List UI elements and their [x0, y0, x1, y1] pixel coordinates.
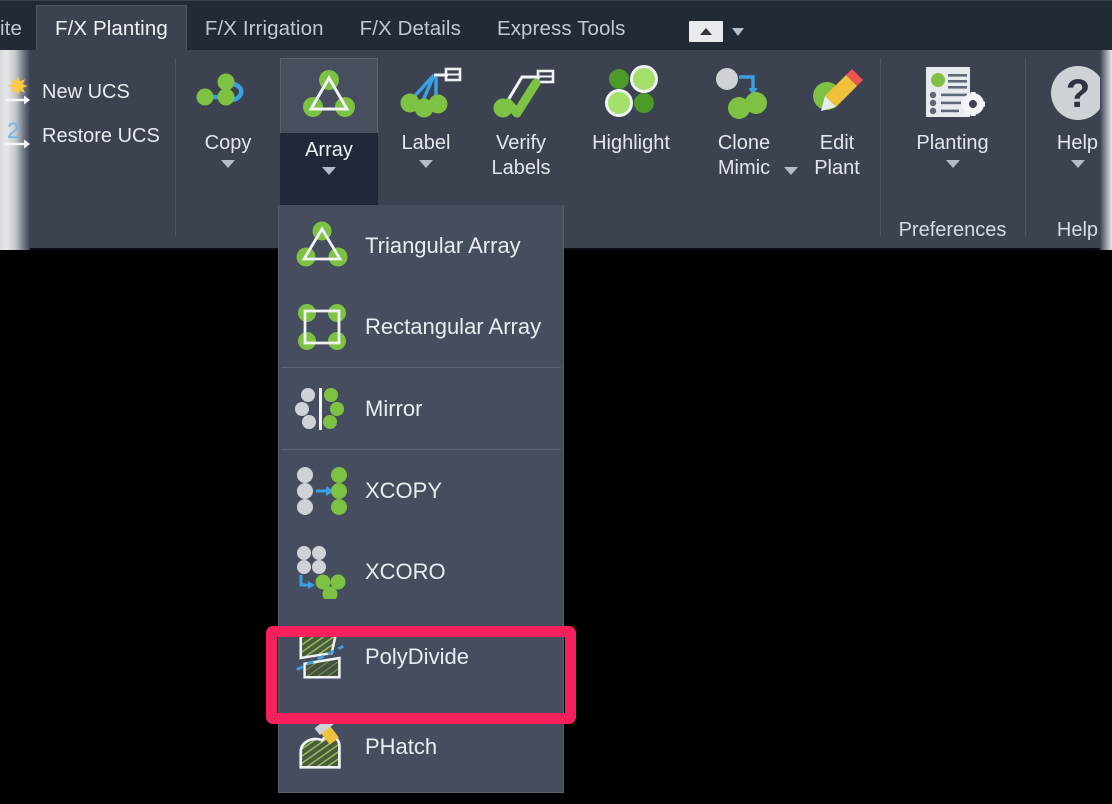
tab-label: F/X Details — [359, 17, 461, 40]
tab-label: F/X Planting — [54, 16, 168, 40]
tab-fx-site[interactable]: ite — [0, 7, 36, 51]
clone-mimic-icon — [707, 58, 781, 130]
menu-item-mirror[interactable]: Mirror — [279, 368, 563, 449]
ribbon-button-label: Help — [1056, 132, 1099, 154]
menu-item-label: XCOPY — [365, 477, 443, 503]
copy-plants-icon — [191, 58, 265, 130]
tab-label: F/X Irrigation — [204, 17, 324, 40]
menu-item-xcopy[interactable]: XCOPY — [279, 450, 563, 531]
menu-item-label: Triangular Array — [365, 232, 521, 258]
preferences-panel: Planting Preferences — [880, 50, 1025, 250]
ribbon-button-label: Label — [401, 132, 451, 154]
ucs-item-restore-ucs[interactable]: 2 Restore UCS — [0, 114, 160, 158]
menu-item-label: XCORO — [365, 558, 446, 584]
phatch-icon — [293, 718, 351, 776]
ribbon-button-label: Copy — [204, 132, 252, 154]
help-panel: ? Help Help — [1025, 50, 1112, 250]
chevron-down-icon[interactable] — [419, 159, 433, 168]
ribbon-button-label-2: Labels — [491, 156, 551, 179]
ribbon-button-label: Clone — [717, 132, 771, 154]
ribbon-minimize-control[interactable] — [689, 21, 745, 42]
new-ucs-star-icon — [4, 74, 34, 110]
ucs-item-label: Restore UCS — [42, 124, 160, 147]
tab-fx-planting[interactable]: F/X Planting — [35, 5, 187, 51]
tab-fx-irrigation[interactable]: F/X Irrigation — [187, 7, 342, 51]
menu-item-phatch[interactable]: PHatch — [279, 702, 563, 792]
chevron-down-icon[interactable] — [732, 27, 745, 36]
svg-text:2: 2 — [7, 118, 19, 143]
mirror-icon — [293, 380, 351, 438]
rectangular-array-icon — [293, 298, 351, 356]
xcopy-icon — [293, 462, 351, 520]
tab-fx-details[interactable]: F/X Details — [342, 7, 479, 51]
ribbon-button-edit-plant[interactable]: Edit Plant — [794, 50, 880, 179]
ribbon-button-verify-labels[interactable]: Verify Labels — [474, 50, 568, 179]
verify-labels-icon — [484, 58, 558, 130]
tab-label: ite — [0, 17, 22, 40]
ribbon-button-label-2: Plant — [814, 156, 860, 179]
polydivide-icon — [293, 628, 351, 686]
menu-item-label: PHatch — [365, 734, 438, 759]
label-plants-icon — [389, 58, 463, 130]
svg-text:?: ? — [1065, 72, 1089, 116]
array-dropdown-menu: Triangular Array Rectangular Array Mirro… — [278, 205, 564, 793]
tab-express-tools[interactable]: Express Tools — [479, 7, 644, 51]
menu-item-rectangular-array[interactable]: Rectangular Array — [279, 286, 563, 367]
ribbon-button-planting-preferences[interactable]: Planting — [880, 50, 1025, 168]
chevron-down-icon[interactable] — [322, 166, 336, 175]
restore-ucs-icon: 2 — [4, 118, 34, 154]
ucs-item-label: New UCS — [42, 80, 130, 103]
menu-item-label: Mirror — [365, 395, 423, 421]
ribbon-button-label: Array — [305, 139, 353, 161]
ribbon-button-clone-mimic[interactable]: Clone Mimic — [694, 50, 798, 179]
ribbon-button-highlight[interactable]: Highlight — [568, 50, 694, 155]
ribbon-tab-bar: ite F/X Planting F/X Irrigation F/X Deta… — [0, 0, 1112, 51]
ribbon-button-label: Verify — [495, 132, 547, 154]
ribbon-button-label: Edit — [819, 132, 855, 154]
planting-preferences-icon — [916, 58, 990, 130]
menu-item-label: Rectangular Array — [365, 313, 542, 339]
ribbon-button-label-2: Mimic — [717, 156, 771, 179]
menu-item-triangular-array[interactable]: Triangular Array — [279, 205, 563, 286]
ribbon-button-label: Highlight — [592, 132, 670, 154]
triangular-array-icon — [293, 217, 351, 275]
ribbon-button-label: Planting — [916, 132, 989, 154]
triangular-array-icon — [280, 58, 378, 134]
panel-title-preferences: Preferences — [898, 219, 1007, 241]
menu-item-polydivide[interactable]: PolyDivide — [279, 612, 563, 702]
panel-title-help: Help — [1056, 219, 1099, 241]
chevron-down-icon[interactable] — [1070, 159, 1085, 168]
chevron-down-icon[interactable] — [221, 159, 235, 168]
ucs-panel: New UCS 2 Restore UCS — [0, 50, 176, 250]
chevron-down-icon[interactable] — [945, 159, 960, 168]
ucs-item-new-ucs[interactable]: New UCS — [0, 70, 160, 114]
caret-up-icon[interactable] — [689, 21, 724, 42]
ribbon-button-label-tool[interactable]: Label — [378, 50, 474, 168]
panel-fade-overlay-right — [1100, 50, 1112, 250]
highlight-plants-icon — [594, 58, 668, 130]
edit-plant-icon — [800, 58, 874, 130]
app-root: ite F/X Planting F/X Irrigation F/X Deta… — [0, 0, 1112, 804]
menu-item-label: PolyDivide — [365, 644, 469, 669]
ribbon-button-copy[interactable]: Copy — [176, 50, 280, 168]
tab-label: Express Tools — [496, 17, 626, 40]
ribbon-button-help[interactable]: ? Help — [1025, 50, 1112, 168]
xcoro-icon — [293, 543, 351, 601]
menu-item-xcoro[interactable]: XCORO — [279, 531, 563, 612]
